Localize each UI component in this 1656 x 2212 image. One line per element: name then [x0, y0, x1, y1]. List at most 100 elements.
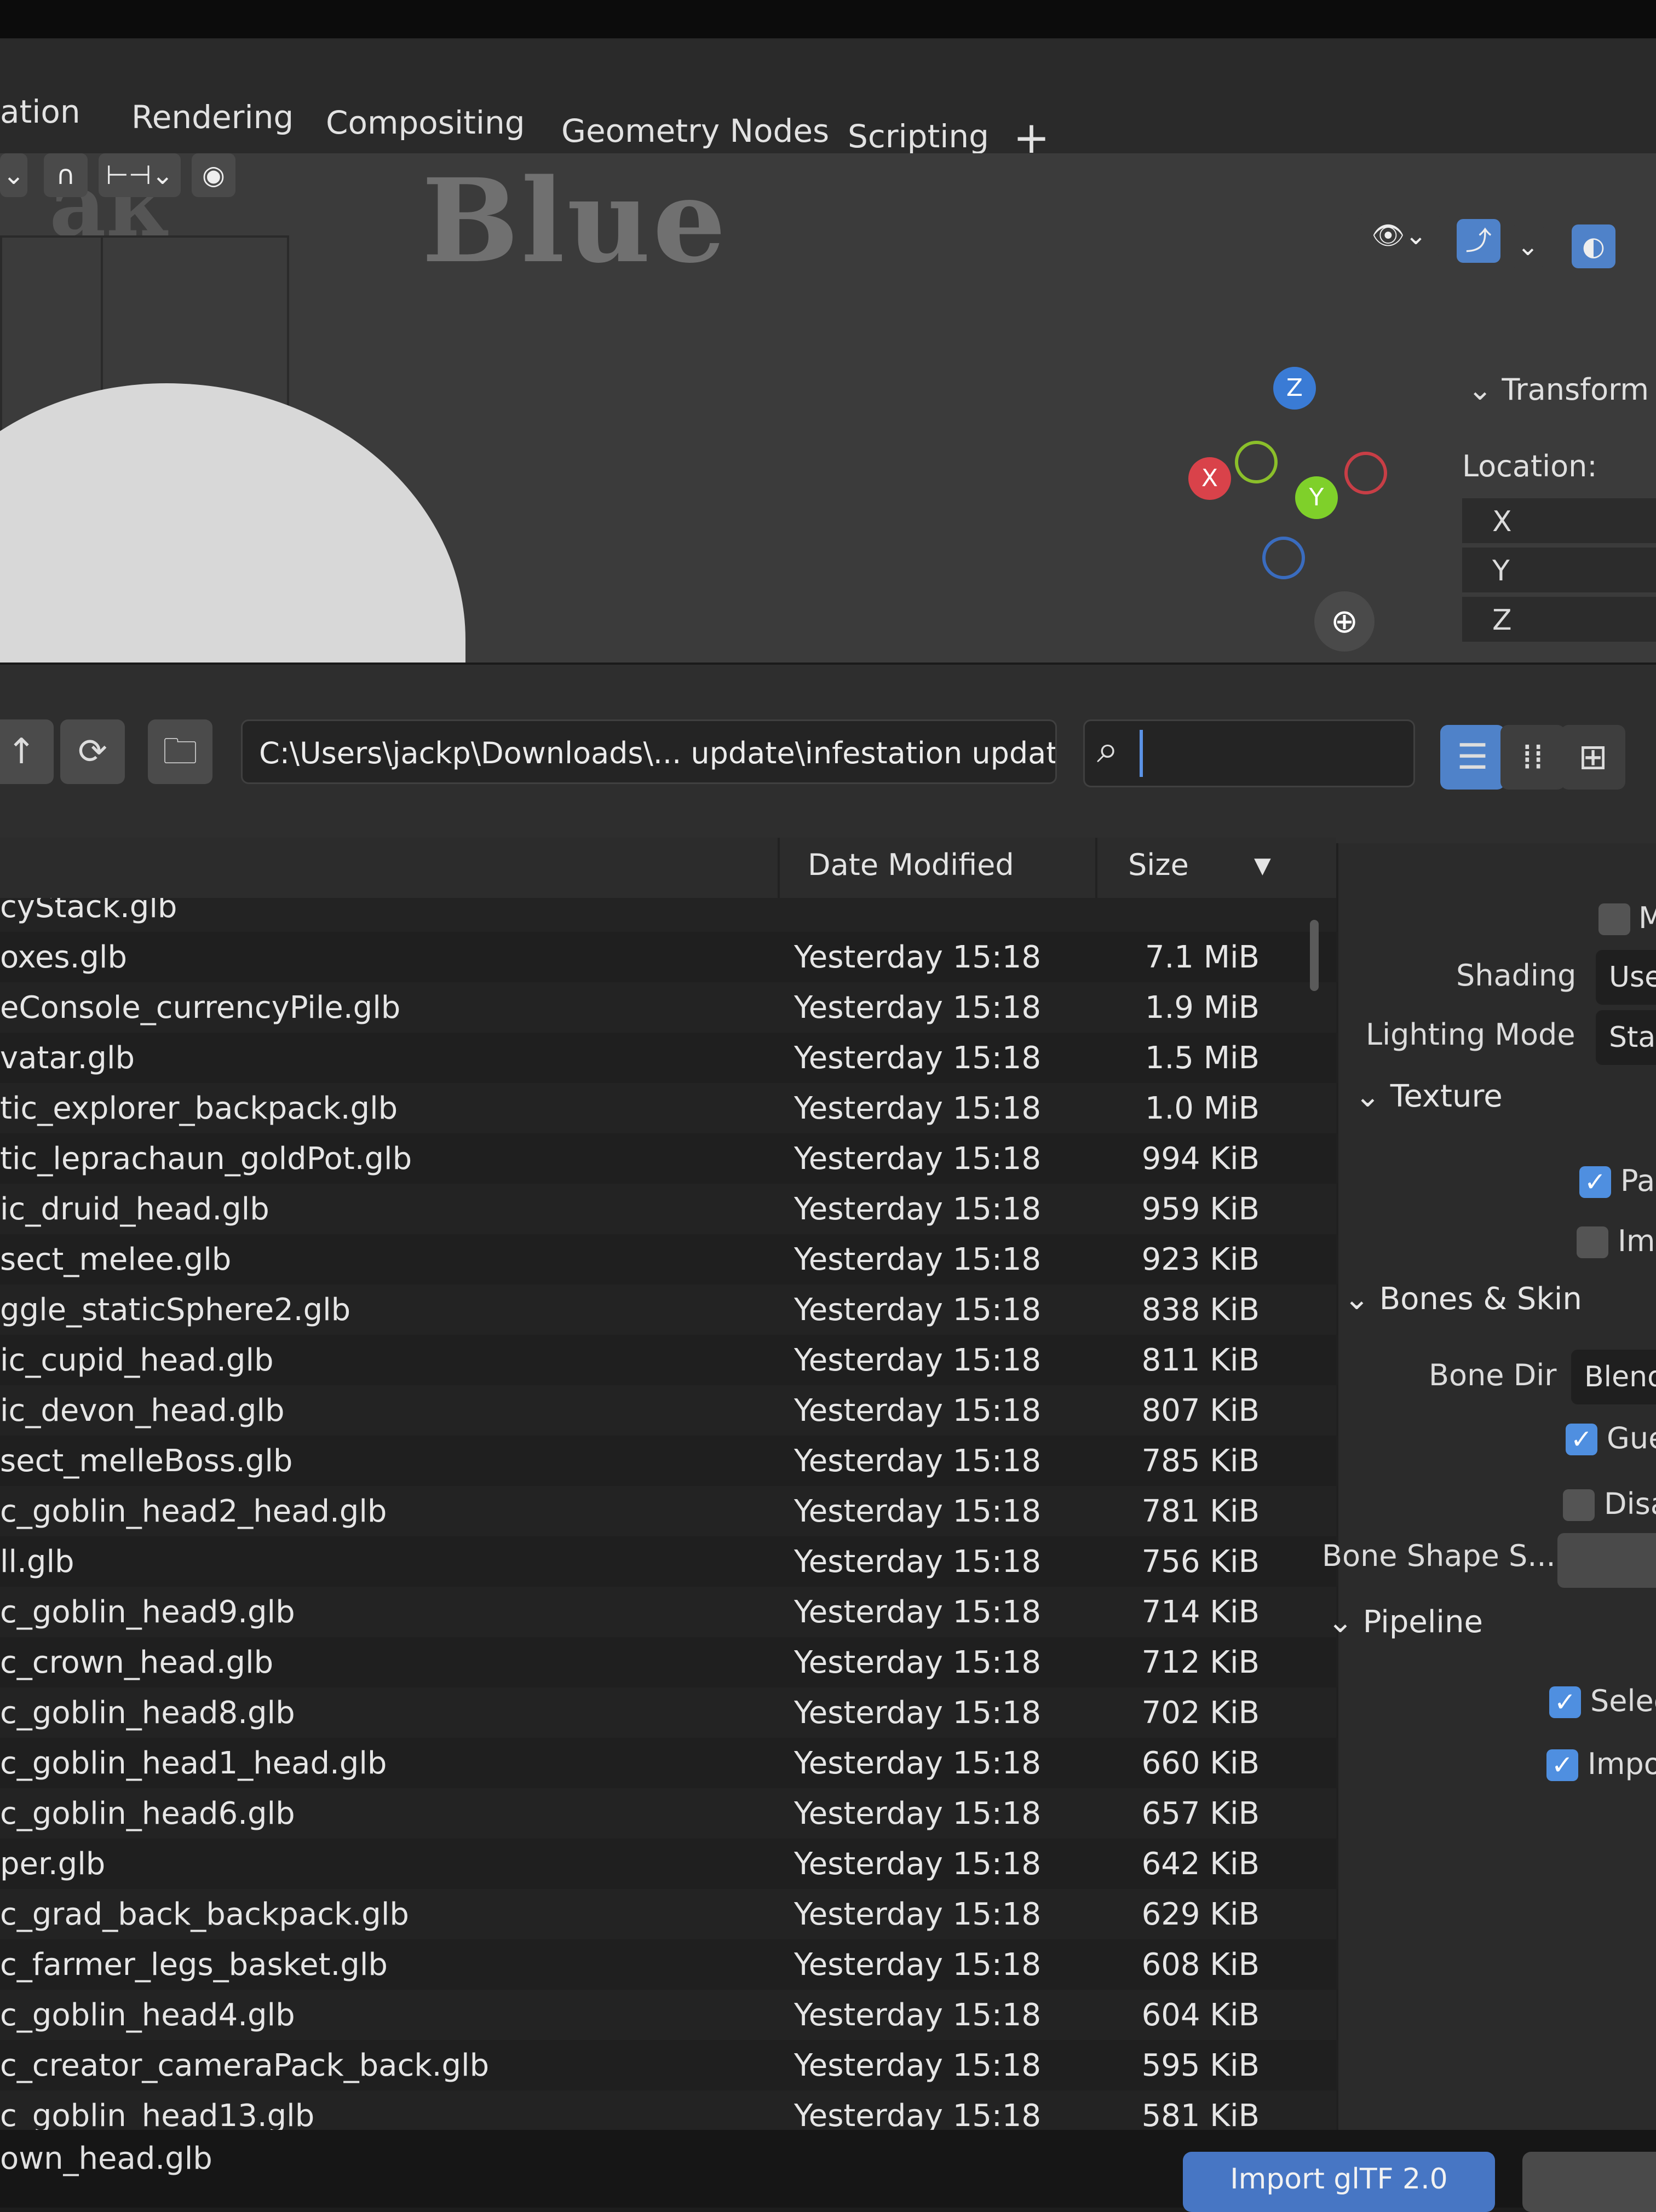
tab-scripting[interactable]: Scripting	[848, 118, 989, 155]
sort-descending-icon[interactable]: ▼	[1254, 853, 1271, 878]
tab-animation[interactable]: ation	[0, 93, 81, 130]
import-gltf-button[interactable]: Import glTF 2.0	[1183, 2152, 1495, 2212]
file-row[interactable]: ic_druid_head.glb Yesterday 15:18 959 KiB	[0, 1184, 1336, 1234]
gizmo-z-axis[interactable]: Z	[1273, 367, 1316, 410]
file-row[interactable]: c_creator_cameraPack_back.glb Yesterday 1…	[0, 2040, 1336, 2090]
thumbnail-view-icon[interactable]: ⊞	[1561, 725, 1625, 790]
location-label: Location:	[1462, 449, 1597, 483]
zoom-icon[interactable]: ⊕	[1314, 591, 1375, 652]
file-date-modified: Yesterday 15:18	[794, 1594, 1042, 1630]
parent-directory-icon[interactable]: ↑	[0, 719, 54, 784]
snap-icon[interactable]: ∩	[44, 153, 88, 197]
file-row[interactable]: c_farmer_legs_basket.glb Yesterday 15:18 6…	[0, 1939, 1336, 1990]
location-z-field[interactable]: Z	[1462, 597, 1656, 644]
bone-dir-select[interactable]: Blend	[1571, 1350, 1656, 1404]
visibility-icon[interactable]: 👁⌄	[1358, 214, 1440, 257]
location-y-field[interactable]: Y	[1462, 548, 1656, 595]
file-row[interactable]: per.glb Yesterday 15:18 642 KiB	[0, 1839, 1336, 1889]
tab-compositing[interactable]: Compositing	[326, 104, 525, 141]
overlays-icon[interactable]: ◐	[1572, 224, 1615, 268]
import-option-checkbox[interactable]: ✓	[1546, 1749, 1578, 1781]
file-row[interactable]: ic_devon_head.glb Yesterday 15:18 807 KiB	[0, 1385, 1336, 1436]
file-row[interactable]: c_goblin_head1_head.glb Yesterday 15:18 66…	[0, 1738, 1336, 1788]
pack-images-label: Pa	[1620, 1163, 1655, 1198]
column-date-modified[interactable]: Date Modified	[808, 848, 1014, 882]
column-divider[interactable]	[778, 838, 780, 898]
bones-skin-section-header[interactable]: ⌄ Bones & Skin	[1344, 1281, 1582, 1317]
refresh-icon[interactable]: ⟳	[60, 719, 125, 784]
gizmo-neg-z[interactable]	[1262, 537, 1305, 579]
file-row[interactable]: ll.glb Yesterday 15:18 756 KiB	[0, 1536, 1336, 1587]
cancel-button[interactable]	[1522, 2152, 1656, 2212]
file-date-modified: Yesterday 15:18	[794, 1746, 1042, 1781]
texture-section-header[interactable]: ⌄ Texture	[1355, 1079, 1503, 1114]
transform-header[interactable]: ⌄ Transform	[1468, 372, 1649, 407]
viewport-overlay-title: Blue	[422, 153, 728, 289]
shading-label: Shading	[1456, 958, 1577, 993]
file-list[interactable]: cyStack.glb oxes.glb Yesterday 15:18 7.1 Mi…	[0, 898, 1336, 2130]
import-options-panel: M Shading Use Lighting Mode Stan ⌄ Textu…	[1322, 843, 1656, 2135]
gizmo-y-axis[interactable]: Y	[1295, 476, 1338, 519]
image-option-checkbox[interactable]	[1577, 1226, 1608, 1258]
file-size: 1.0 MiB	[1145, 1091, 1260, 1126]
new-folder-icon[interactable]: 🗀	[148, 719, 212, 784]
lighting-mode-label: Lighting Mode	[1366, 1017, 1576, 1052]
file-name: c_crown_head.glb	[0, 1645, 274, 1680]
snap-increment-icon[interactable]: ⊢⊣⌄	[99, 153, 181, 197]
gizmo-neg-x[interactable]	[1344, 452, 1387, 494]
file-size: 781 KiB	[1141, 1494, 1260, 1529]
column-size[interactable]: Size	[1128, 848, 1189, 882]
location-x-field[interactable]: X	[1462, 498, 1656, 545]
file-row[interactable]: c_goblin_head4.glb Yesterday 15:18 604 KiB	[0, 1990, 1336, 2040]
file-row[interactable]: vatar.glb Yesterday 15:18 1.5 MiB	[0, 1033, 1336, 1083]
chevron-down-icon[interactable]: ⌄	[0, 153, 27, 197]
file-row[interactable]: c_grad_back_backpack.glb Yesterday 15:18 6…	[0, 1889, 1336, 1939]
file-row[interactable]: cyStack.glb	[0, 898, 1336, 932]
option-checkbox[interactable]	[1599, 903, 1630, 935]
3d-viewport[interactable]: ak Blue ⌄ ∩ ⊢⊣⌄ ◉ 👁⌄ ⤴ ⌄ ◐ Z X Y ⊕ ⌄ Tra…	[0, 153, 1656, 663]
lighting-mode-select[interactable]: Stan	[1596, 1010, 1656, 1065]
mesh-object[interactable]	[0, 383, 465, 663]
file-row[interactable]: ggle_staticSphere2.glb Yesterday 15:18 838…	[0, 1284, 1336, 1335]
file-row[interactable]: tic_explorer_backpack.glb Yesterday 15:18…	[0, 1083, 1336, 1133]
file-row[interactable]: c_goblin_head2_head.glb Yesterday 15:18 78…	[0, 1486, 1336, 1536]
file-row[interactable]: c_goblin_head6.glb Yesterday 15:18 657 KiB	[0, 1788, 1336, 1839]
column-divider[interactable]	[1095, 838, 1097, 898]
proportional-edit-icon[interactable]: ◉	[192, 153, 235, 197]
file-name: sect_melee.glb	[0, 1242, 232, 1277]
bone-shape-field[interactable]	[1557, 1533, 1656, 1588]
tab-geometry-nodes[interactable]: Geometry Nodes	[561, 112, 829, 149]
file-row[interactable]: eConsole_currencyPile.glb Yesterday 15:18…	[0, 982, 1336, 1033]
file-date-modified: Yesterday 15:18	[794, 1343, 1042, 1378]
select-created-checkbox[interactable]: ✓	[1549, 1686, 1581, 1718]
horizontal-list-view-icon[interactable]: ⁞⁞	[1500, 725, 1565, 790]
gizmo-toggle-icon[interactable]: ⤴	[1457, 219, 1500, 263]
file-row[interactable]: c_goblin_head13.glb Yesterday 15:18 581 Ki…	[0, 2090, 1336, 2130]
pack-images-checkbox[interactable]: ✓	[1579, 1166, 1611, 1198]
file-size: 1.5 MiB	[1145, 1040, 1260, 1076]
gizmo-neg-y[interactable]	[1235, 441, 1278, 483]
file-row[interactable]: tic_leprachaun_goldPot.glb Yesterday 15:1…	[0, 1133, 1336, 1184]
filename-input[interactable]: own_head.glb	[0, 2141, 212, 2176]
file-row[interactable]: c_goblin_head8.glb Yesterday 15:18 702 KiB	[0, 1687, 1336, 1738]
pipeline-section-header[interactable]: ⌄ Pipeline	[1327, 1604, 1483, 1640]
file-size: 785 KiB	[1141, 1443, 1260, 1479]
directory-path-input[interactable]: C:\Users\jackp\Downloads\... update\infe…	[241, 719, 1057, 784]
file-row[interactable]: sect_melee.glb Yesterday 15:18 923 KiB	[0, 1234, 1336, 1284]
file-row[interactable]: oxes.glb Yesterday 15:18 7.1 MiB	[0, 932, 1336, 982]
search-input[interactable]: ⌕	[1083, 719, 1415, 787]
chevron-down-icon[interactable]: ⌄	[1511, 224, 1544, 268]
shading-select[interactable]: Use	[1596, 950, 1656, 1005]
chevron-down-icon: ⌄	[1468, 372, 1502, 407]
file-row[interactable]: ic_cupid_head.glb Yesterday 15:18 811 KiB	[0, 1335, 1336, 1385]
file-list-scrollbar[interactable]	[1310, 920, 1319, 991]
disable-option-checkbox[interactable]	[1563, 1489, 1595, 1521]
tab-rendering[interactable]: Rendering	[131, 99, 294, 136]
file-row[interactable]: c_goblin_head9.glb Yesterday 15:18 714 KiB	[0, 1587, 1336, 1637]
guess-bone-checkbox[interactable]: ✓	[1566, 1424, 1597, 1455]
file-row[interactable]: sect_melleBoss.glb Yesterday 15:18 785 KiB	[0, 1436, 1336, 1486]
text-caret	[1140, 730, 1143, 777]
gizmo-x-axis[interactable]: X	[1188, 457, 1231, 500]
vertical-list-view-icon[interactable]: ☰	[1440, 725, 1505, 790]
file-row[interactable]: c_crown_head.glb Yesterday 15:18 712 KiB	[0, 1637, 1336, 1687]
